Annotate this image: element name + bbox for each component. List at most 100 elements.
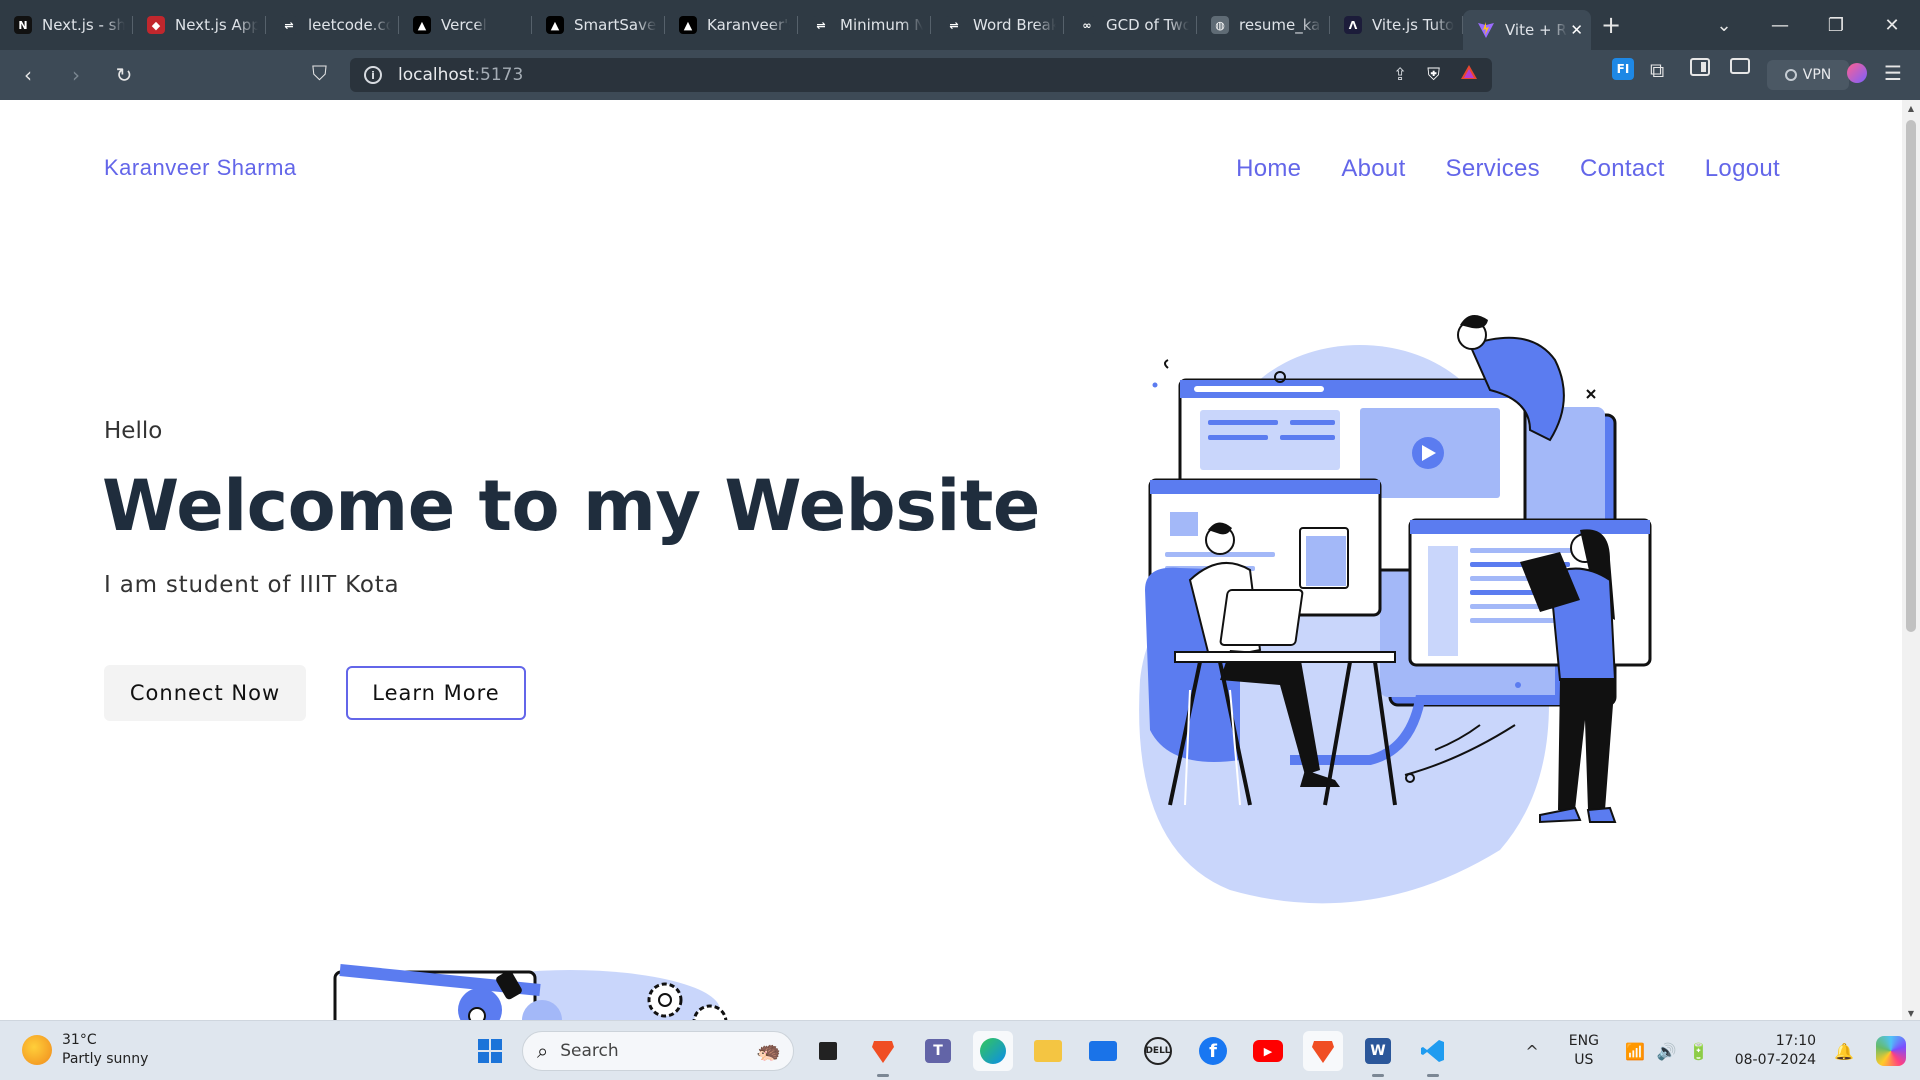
vercel-icon: ▲: [546, 16, 564, 34]
url-text: localhost:5173: [398, 65, 523, 85]
sidebar-toggle-icon[interactable]: [1690, 58, 1710, 76]
hero-illustration: [1139, 315, 1652, 904]
new-tab-button[interactable]: +: [1591, 11, 1631, 39]
hero-title: Welcome to my Website: [102, 465, 1040, 547]
brave-shields-icon[interactable]: ⛨: [1427, 65, 1440, 85]
browser-tab[interactable]: ◍ resume_kar: [1197, 7, 1330, 43]
bookmark-icon[interactable]: ⛉: [312, 61, 327, 85]
close-window-button[interactable]: ✕: [1864, 15, 1920, 36]
search-highlight-icon: 🦔: [756, 1039, 781, 1063]
fi-extension-icon[interactable]: FI: [1612, 58, 1634, 80]
taskbar-search[interactable]: ⌕ Search 🦔: [522, 1031, 794, 1071]
mail-icon[interactable]: [1083, 1031, 1123, 1071]
brave-rewards-icon[interactable]: [1460, 64, 1478, 85]
scrollbar-thumb[interactable]: [1906, 120, 1916, 632]
browser-tab[interactable]: N Next.js - sh: [0, 7, 133, 43]
tab-active[interactable]: Vite + R ✕: [1463, 10, 1591, 50]
lang-top: ENG: [1568, 1033, 1599, 1049]
nav-home-link[interactable]: Home: [1236, 155, 1301, 183]
teams-icon[interactable]: T: [918, 1031, 958, 1071]
browser-tab[interactable]: Λ Vite.js Tuto: [1330, 7, 1463, 43]
language-indicator[interactable]: ENG US: [1569, 1032, 1599, 1070]
page-scrollbar[interactable]: ▲ ▼: [1902, 100, 1920, 1020]
copilot-icon[interactable]: [1876, 1036, 1906, 1066]
minimize-button[interactable]: —: [1752, 15, 1808, 36]
learn-more-button[interactable]: Learn More: [346, 666, 526, 720]
reload-button[interactable]: ↻: [104, 55, 144, 95]
leetcode-icon: ⇌: [812, 16, 830, 34]
volume-icon[interactable]: 🔊: [1657, 1042, 1677, 1061]
file-explorer-icon[interactable]: [1028, 1031, 1068, 1071]
close-icon[interactable]: ✕: [1570, 21, 1583, 39]
vpn-status-icon: [1784, 69, 1797, 81]
wifi-icon[interactable]: 📶: [1625, 1042, 1645, 1061]
tab-label: leetcode.co: [308, 16, 391, 34]
nextjs-icon: N: [14, 16, 32, 34]
clock-time: 17:10: [1775, 1033, 1817, 1049]
tab-label: Vercel: [441, 16, 487, 34]
nav-contact-link[interactable]: Contact: [1580, 155, 1665, 183]
back-button[interactable]: ‹: [8, 55, 48, 95]
lang-bottom: US: [1574, 1052, 1594, 1068]
weather-widget[interactable]: 31°C Partly sunny: [22, 1031, 148, 1069]
browser-tab[interactable]: ⇌ Minimum N: [798, 7, 931, 43]
tab-label: Vite.js Tuto: [1372, 16, 1455, 34]
menu-icon[interactable]: ☰: [1884, 61, 1902, 85]
nav-services-link[interactable]: Services: [1446, 155, 1540, 183]
facebook-icon[interactable]: f: [1193, 1031, 1233, 1071]
youtube-icon[interactable]: ▶: [1248, 1031, 1288, 1071]
vitejs-icon: Λ: [1344, 16, 1362, 34]
connect-now-button[interactable]: Connect Now: [104, 665, 306, 721]
weather-condition: Partly sunny: [62, 1051, 149, 1067]
browser-tab[interactable]: ▲ SmartSaver: [532, 7, 665, 43]
forward-button[interactable]: ›: [56, 55, 96, 95]
wallet-icon[interactable]: [1730, 58, 1750, 74]
browser-tab[interactable]: ⇌ leetcode.co: [266, 7, 399, 43]
task-view-icon[interactable]: [808, 1031, 848, 1071]
battery-icon[interactable]: 🔋: [1689, 1042, 1709, 1061]
vscode-icon[interactable]: [1413, 1031, 1453, 1077]
scroll-up-arrow[interactable]: ▲: [1906, 104, 1916, 113]
notification-bell-icon[interactable]: 🔔: [1834, 1042, 1854, 1061]
address-bar[interactable]: i localhost:5173 ⇪ ⛨: [350, 58, 1492, 92]
nav-about-link[interactable]: About: [1341, 155, 1405, 183]
tab-label: Karanveer's: [707, 16, 790, 34]
partly-sunny-icon: [22, 1035, 52, 1065]
share-icon[interactable]: ⇪: [1393, 65, 1407, 85]
clock[interactable]: 17:10 08-07-2024: [1735, 1032, 1816, 1070]
gfg-icon: ∞: [1078, 16, 1096, 34]
tab-search-icon[interactable]: ⌄: [1696, 15, 1752, 36]
tab-label: resume_kar: [1239, 16, 1322, 34]
taskbar-apps: [470, 1031, 525, 1071]
edge-icon[interactable]: [973, 1031, 1013, 1071]
browser-tab[interactable]: ⇌ Word Break: [931, 7, 1064, 43]
nav-logout-link[interactable]: Logout: [1705, 155, 1780, 183]
scroll-down-arrow[interactable]: ▼: [1906, 1009, 1916, 1018]
tab-label: Minimum N: [840, 16, 923, 34]
vite-icon: [1477, 21, 1495, 39]
hero-subtitle: I am student of IIIT Kota: [104, 572, 400, 598]
brave-icon[interactable]: [863, 1031, 903, 1077]
show-hidden-icons-icon[interactable]: ^: [1525, 1042, 1538, 1061]
vpn-button[interactable]: VPN: [1767, 60, 1849, 90]
browser-tab[interactable]: ◆ Next.js App: [133, 7, 266, 43]
brave-active-icon[interactable]: [1303, 1031, 1343, 1071]
word-icon[interactable]: W: [1358, 1031, 1398, 1077]
dell-icon[interactable]: DELL: [1138, 1031, 1178, 1071]
url-host: localhost: [398, 65, 475, 85]
leo-ai-icon[interactable]: [1847, 63, 1867, 83]
site-brand[interactable]: Karanveer Sharma: [104, 155, 297, 181]
windows-taskbar: 31°C Partly sunny ⌕ Search 🦔 T DELL f ▶ …: [0, 1020, 1920, 1080]
weather-temp: 31°C: [62, 1032, 97, 1048]
browser-tab[interactable]: ▲ Vercel: [399, 7, 532, 43]
tab-label: SmartSaver: [574, 16, 657, 34]
browser-tab[interactable]: ∞ GCD of Two: [1064, 7, 1197, 43]
tab-label: Next.js - sh: [42, 16, 125, 34]
extensions-puzzle-icon[interactable]: ⧉: [1650, 58, 1664, 82]
section-illustration: [333, 964, 728, 1020]
clock-date: 08-07-2024: [1734, 1052, 1817, 1068]
site-info-icon[interactable]: i: [364, 66, 382, 84]
browser-tab[interactable]: ▲ Karanveer's: [665, 7, 798, 43]
windows-start-icon[interactable]: [470, 1031, 510, 1071]
restore-button[interactable]: ❐: [1808, 15, 1864, 36]
